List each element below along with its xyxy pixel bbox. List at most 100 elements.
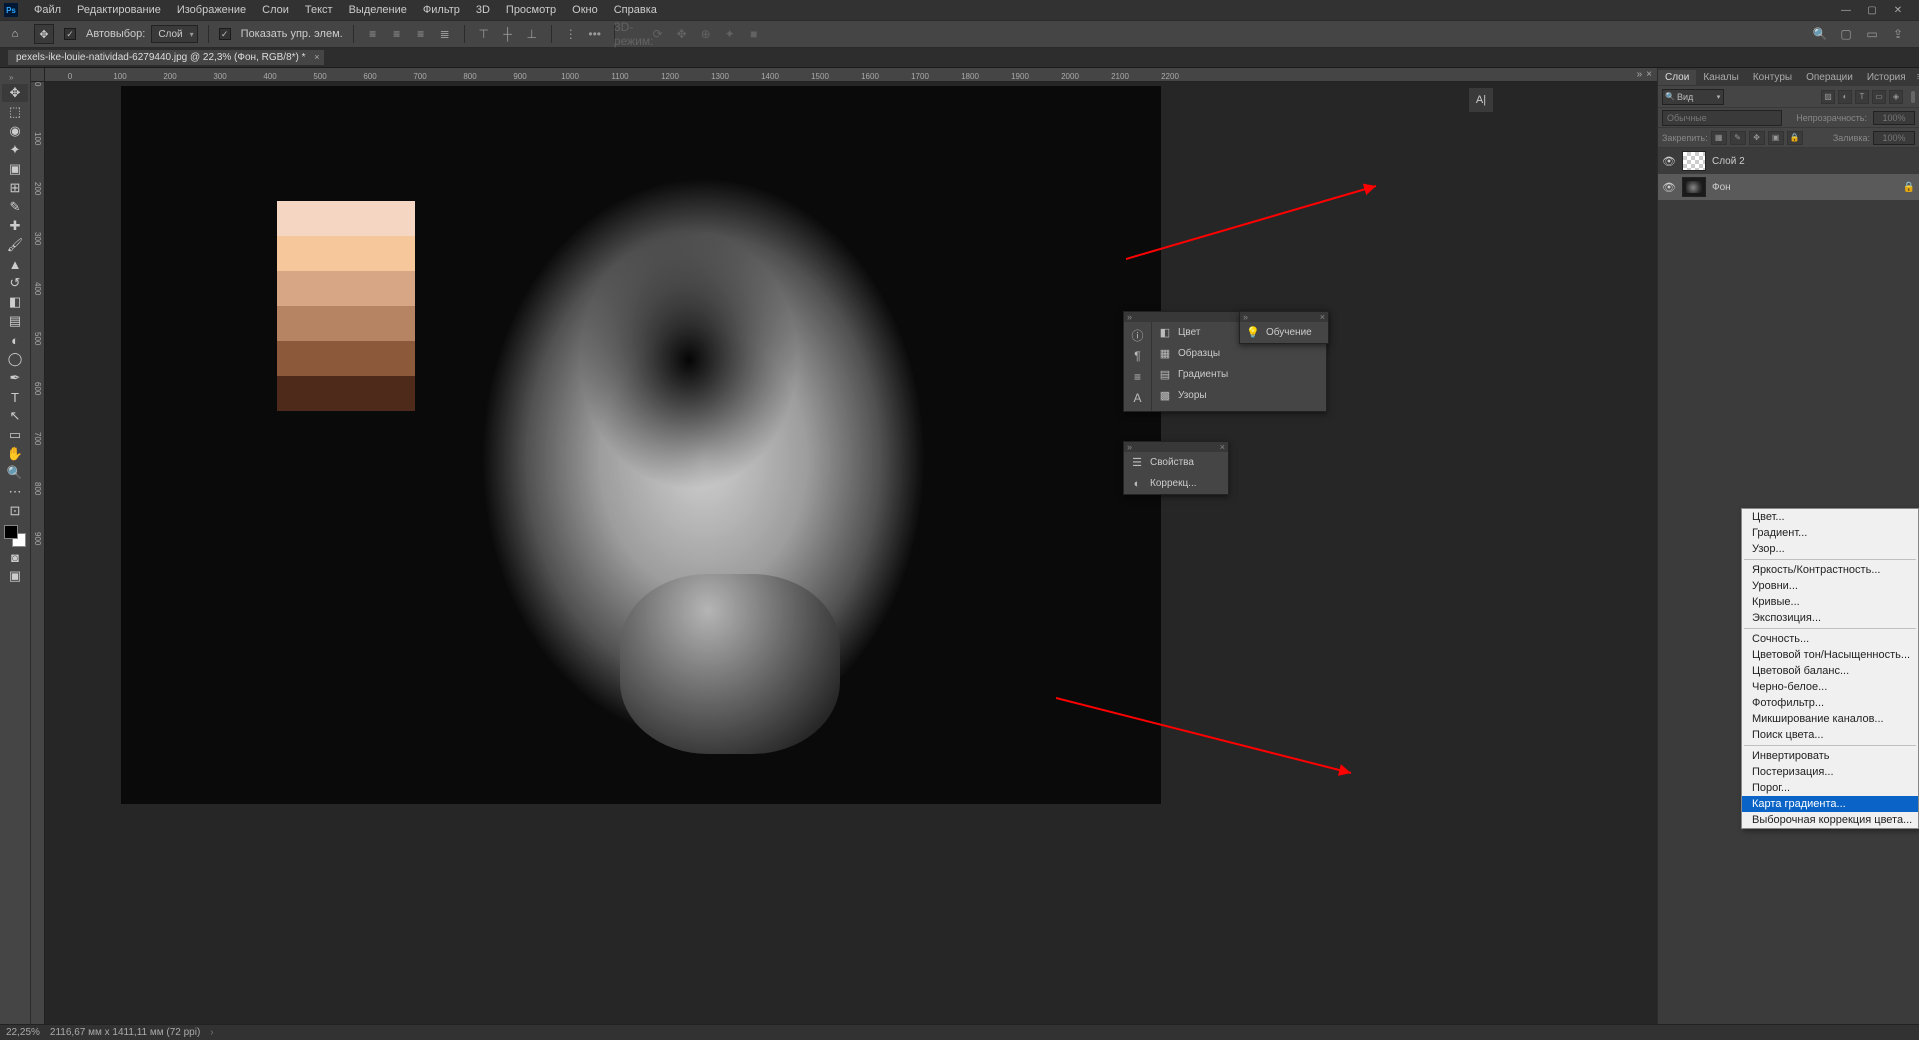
lock-pixels-icon[interactable]: ▦ [1711, 131, 1727, 145]
filter-smart-icon[interactable]: ◈ [1889, 90, 1903, 104]
more-icon[interactable]: ••• [586, 25, 604, 43]
document-dims[interactable]: 2116,67 мм x 1411,11 мм (72 ppi) [50, 1027, 200, 1038]
visibility-icon[interactable]: 👁 [1662, 181, 1676, 194]
foreground-color[interactable] [4, 525, 18, 539]
tools-collapse-icon[interactable]: » [9, 73, 21, 81]
history-brush-tool[interactable]: ↺ [2, 274, 28, 292]
adjustment-layer-menu[interactable]: Цвет... Градиент... Узор... Яркость/Конт… [1741, 508, 1919, 829]
frame-tool[interactable]: ⊞ [2, 179, 28, 197]
menu-item-posterize[interactable]: Постеризация... [1742, 764, 1918, 780]
floating-panel-learn[interactable]: »× 💡Обучение [1239, 311, 1329, 344]
panel-collapse-icon[interactable]: » [1127, 312, 1132, 322]
visibility-icon[interactable]: 👁 [1662, 155, 1676, 168]
menu-item-levels[interactable]: Уровни... [1742, 578, 1918, 594]
info-icon[interactable]: ⓘ [1128, 325, 1148, 345]
pen-tool[interactable]: ✒ [2, 369, 28, 387]
ai-badge[interactable]: A| [1469, 88, 1493, 112]
align-left-icon[interactable]: ≡ [364, 25, 382, 43]
show-transform-checkbox[interactable] [219, 28, 231, 40]
lock-all-icon[interactable]: 🔒 [1787, 131, 1803, 145]
menu-item-selective-color[interactable]: Выборочная коррекция цвета... [1742, 812, 1918, 828]
autoselect-kind-select[interactable]: Слой [151, 25, 197, 43]
fill-input[interactable]: 100% [1873, 131, 1915, 145]
active-tool-icon[interactable]: ✥ [34, 24, 54, 44]
tab-paths[interactable]: Контуры [1746, 70, 1799, 85]
menu-item-invert[interactable]: Инвертировать [1742, 748, 1918, 764]
document-tab[interactable]: pexels-ike-louie-natividad-6279440.jpg @… [8, 50, 324, 65]
menu-item-hue[interactable]: Цветовой тон/Насыщенность... [1742, 647, 1918, 663]
tab-channels[interactable]: Каналы [1696, 70, 1746, 85]
tab-history[interactable]: История [1860, 70, 1913, 85]
dodge-tool[interactable]: ◯ [2, 350, 28, 368]
menu-text[interactable]: Текст [297, 1, 341, 19]
wand-tool[interactable]: ✦ [2, 141, 28, 159]
filter-toggle[interactable] [1911, 91, 1915, 103]
menu-filter[interactable]: Фильтр [415, 1, 468, 19]
panel-item-swatches[interactable]: ▦Образцы [1152, 343, 1326, 364]
para-icon[interactable]: ≡ [1128, 367, 1148, 387]
menu-item-color-lookup[interactable]: Поиск цвета... [1742, 727, 1918, 743]
menu-window[interactable]: Окно [564, 1, 606, 19]
ruler-horizontal[interactable]: 0 100 200 300 400 500 600 700 800 900 10… [45, 68, 1657, 82]
brush-tool[interactable]: 🖌 [2, 236, 28, 254]
editbar-tool[interactable]: ⊡ [2, 502, 28, 520]
panel-item-gradients[interactable]: ▤Градиенты [1152, 364, 1326, 385]
maximize-icon[interactable]: ▢ [1863, 3, 1881, 17]
minimize-icon[interactable]: — [1837, 3, 1855, 17]
status-chevron-icon[interactable]: › [210, 1027, 213, 1038]
filter-kind-select[interactable]: Вид [1662, 89, 1724, 105]
menu-file[interactable]: Файл [26, 1, 69, 19]
panel-item-patterns[interactable]: ▩Узоры [1152, 385, 1326, 406]
tab-layers[interactable]: Слои [1658, 70, 1696, 85]
menu-item-gradient-map[interactable]: Карта градиента... [1742, 796, 1918, 812]
tab-collapse-icon[interactable]: » [1637, 69, 1643, 80]
distribute-v-icon[interactable]: ⋮ [562, 25, 580, 43]
search-icon[interactable]: 🔍 [1811, 25, 1829, 43]
opacity-input[interactable]: 100% [1873, 111, 1915, 125]
layer-thumb[interactable] [1682, 151, 1706, 171]
frame-icon[interactable]: ▭ [1863, 25, 1881, 43]
move-tool[interactable]: ✥ [2, 84, 28, 102]
align-top-icon[interactable]: ⊤ [475, 25, 493, 43]
layer-thumb[interactable] [1682, 177, 1706, 197]
menu-item-color-balance[interactable]: Цветовой баланс... [1742, 663, 1918, 679]
quickmask-tool[interactable]: ◙ [2, 548, 28, 566]
filter-shape-icon[interactable]: ▭ [1872, 90, 1886, 104]
eyedropper-tool[interactable]: ✎ [2, 198, 28, 216]
menu-item-bw[interactable]: Черно-белое... [1742, 679, 1918, 695]
filter-pixel-icon[interactable]: ▨ [1821, 90, 1835, 104]
menu-layers[interactable]: Слои [254, 1, 297, 19]
menu-item-channel-mixer[interactable]: Микширование каналов... [1742, 711, 1918, 727]
color-swatches[interactable] [4, 525, 26, 547]
share-icon[interactable]: ⇪ [1889, 25, 1907, 43]
menu-item-photo-filter[interactable]: Фотофильтр... [1742, 695, 1918, 711]
menu-help[interactable]: Справка [606, 1, 665, 19]
dots-tool[interactable]: ⋯ [2, 483, 28, 501]
stamp-tool[interactable]: ▲ [2, 255, 28, 273]
blur-tool[interactable]: ◐ [2, 331, 28, 349]
lasso-tool[interactable]: ◉ [2, 122, 28, 140]
layer-row[interactable]: 👁 Фон 🔒 [1658, 174, 1919, 200]
align-center-icon[interactable]: ≡ [388, 25, 406, 43]
panel-menu-icon[interactable]: ≡ [1913, 71, 1919, 83]
eraser-tool[interactable]: ◧ [2, 293, 28, 311]
path-tool[interactable]: ↖ [2, 407, 28, 425]
menu-item-brightness[interactable]: Яркость/Контрастность... [1742, 562, 1918, 578]
distribute-icon[interactable]: ≣ [436, 25, 454, 43]
layer-name[interactable]: Фон [1712, 182, 1731, 193]
panel-collapse-icon[interactable]: » [1127, 442, 1132, 452]
canvas-area[interactable]: 0 100 200 300 400 500 600 700 800 900 10… [31, 68, 1657, 1024]
menu-image[interactable]: Изображение [169, 1, 254, 19]
screenmode-tool[interactable]: ▣ [2, 567, 28, 585]
close-icon[interactable]: ✕ [1889, 3, 1907, 17]
menu-item-pattern[interactable]: Узор... [1742, 541, 1918, 557]
tab-close-icon[interactable]: × [314, 52, 319, 62]
home-icon[interactable]: ⌂ [6, 25, 24, 43]
menu-edit[interactable]: Редактирование [69, 1, 169, 19]
menu-item-threshold[interactable]: Порог... [1742, 780, 1918, 796]
blend-mode-select[interactable]: Обычные [1662, 110, 1782, 126]
menu-item-solid-color[interactable]: Цвет... [1742, 509, 1918, 525]
panel-collapse-icon[interactable]: » [1243, 312, 1248, 322]
menu-item-vibrance[interactable]: Сочность... [1742, 631, 1918, 647]
align-bottom-icon[interactable]: ⊥ [523, 25, 541, 43]
